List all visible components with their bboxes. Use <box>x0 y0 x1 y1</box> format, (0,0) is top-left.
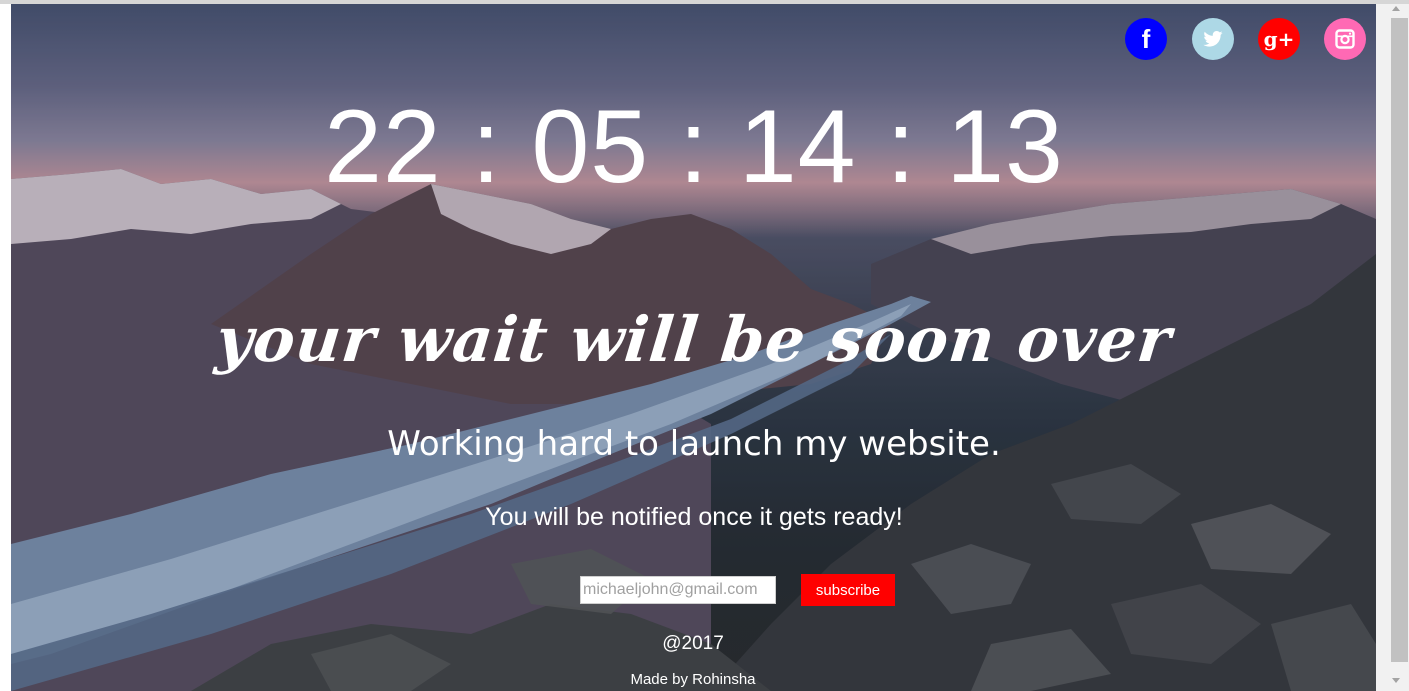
instagram-icon <box>1335 29 1355 49</box>
google-plus-link[interactable]: g+ <box>1258 18 1300 60</box>
countdown-timer: 22 : 05 : 14 : 13 <box>0 92 1376 202</box>
google-plus-icon: g+ <box>1263 27 1295 51</box>
scroll-up-arrow-icon[interactable] <box>1392 6 1400 11</box>
twitter-icon <box>1203 31 1223 47</box>
countdown-minutes: 14 <box>738 89 857 205</box>
instagram-link[interactable] <box>1324 18 1366 60</box>
hero-subtitle: Working hard to launch my website. <box>387 424 1001 464</box>
facebook-link[interactable]: f <box>1125 18 1167 60</box>
countdown-separator: : <box>856 89 947 205</box>
subscribe-button[interactable]: subscribe <box>801 574 895 606</box>
countdown-hours: 05 <box>531 89 650 205</box>
footer-credit: Made by Rohinsha <box>630 671 756 688</box>
notification-message: You will be notified once it gets ready! <box>485 503 903 531</box>
email-input[interactable] <box>580 576 776 604</box>
scroll-down-arrow-icon[interactable] <box>1392 678 1400 683</box>
countdown-separator: : <box>649 89 739 205</box>
countdown-seconds: 13 <box>946 89 1064 205</box>
facebook-icon: f <box>1141 23 1151 54</box>
scrollbar-thumb[interactable] <box>1391 18 1408 662</box>
footer-year: @2017 <box>662 633 724 654</box>
countdown-days: 22 <box>324 89 442 205</box>
twitter-link[interactable] <box>1192 18 1234 60</box>
hero-tagline: your wait will be soon over <box>212 303 1176 376</box>
countdown-separator: : <box>441 89 532 205</box>
